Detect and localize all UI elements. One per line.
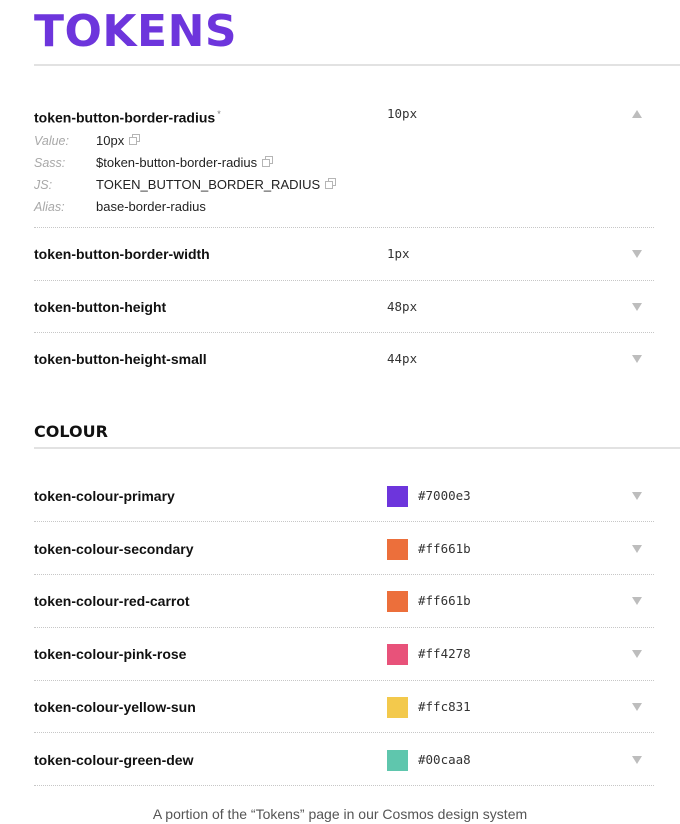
token-row-colour-red-carrot[interactable]: token-colour-red-carrot #ff661b [34, 590, 654, 612]
title-divider [34, 64, 680, 66]
chevron-down-icon[interactable] [632, 492, 642, 500]
token-value: #ffc831 [418, 699, 471, 714]
token-name: token-button-height [34, 299, 167, 315]
token-row-button-border-width[interactable]: token-button-border-width 1px [34, 243, 654, 265]
page-title: TOKENS [34, 6, 238, 57]
detail-label: JS: [34, 178, 53, 192]
colour-swatch [387, 539, 408, 560]
token-row-colour-primary[interactable]: token-colour-primary #7000e3 [34, 485, 654, 507]
detail-alias: Alias: base-border-radius [34, 197, 434, 217]
row-divider [34, 280, 654, 281]
detail-sass: Sass: $token-button-border-radius [34, 153, 434, 173]
row-divider [34, 785, 654, 786]
token-value: #00caa8 [418, 752, 471, 767]
token-name: token-button-border-radius * [34, 109, 221, 126]
colour-swatch [387, 486, 408, 507]
row-divider [34, 680, 654, 681]
row-divider [34, 574, 654, 575]
row-divider [34, 521, 654, 522]
chevron-down-icon[interactable] [632, 756, 642, 764]
token-value: 48px [387, 299, 418, 314]
token-name: token-colour-secondary [34, 541, 194, 557]
section-divider [34, 447, 680, 449]
colour-swatch [387, 697, 408, 718]
colour-swatch [387, 644, 408, 665]
token-name: token-colour-red-carrot [34, 593, 190, 609]
chevron-down-icon[interactable] [632, 703, 642, 711]
row-divider [34, 227, 654, 228]
detail-js: JS: TOKEN_BUTTON_BORDER_RADIUS [34, 175, 434, 195]
chevron-down-icon[interactable] [632, 597, 642, 605]
token-value: 10px [387, 106, 418, 121]
token-row-colour-yellow-sun[interactable]: token-colour-yellow-sun #ffc831 [34, 696, 654, 718]
token-value: #ff661b [418, 593, 471, 608]
row-divider [34, 627, 654, 628]
chevron-down-icon[interactable] [632, 250, 642, 258]
token-value: #ff4278 [418, 646, 471, 661]
token-name: token-colour-green-dew [34, 752, 194, 768]
token-name: token-colour-primary [34, 488, 175, 504]
detail-label: Value: [34, 134, 69, 148]
detail-alias-text: base-border-radius [96, 199, 206, 214]
figure-caption: A portion of the “Tokens” page in our Co… [152, 806, 528, 822]
token-row-button-height[interactable]: token-button-height 48px [34, 296, 654, 318]
token-value: #ff661b [418, 541, 471, 556]
detail-js-text: TOKEN_BUTTON_BORDER_RADIUS [96, 175, 337, 195]
token-name: token-button-height-small [34, 351, 207, 367]
colour-swatch [387, 591, 408, 612]
chevron-down-icon[interactable] [632, 545, 642, 553]
copy-icon[interactable] [325, 178, 337, 189]
row-divider [34, 332, 654, 333]
token-row-colour-green-dew[interactable]: token-colour-green-dew #00caa8 [34, 749, 654, 771]
token-value: 44px [387, 351, 418, 366]
token-name: token-colour-pink-rose [34, 646, 187, 662]
copy-icon[interactable] [129, 134, 141, 145]
colour-swatch [387, 750, 408, 771]
detail-sass-text: $token-button-border-radius [96, 153, 274, 173]
token-row-button-height-small[interactable]: token-button-height-small 44px [34, 348, 654, 370]
token-name: token-colour-yellow-sun [34, 699, 196, 715]
token-row-colour-pink-rose[interactable]: token-colour-pink-rose #ff4278 [34, 643, 654, 665]
chevron-down-icon[interactable] [632, 303, 642, 311]
token-value: #7000e3 [418, 488, 471, 503]
detail-value-text: 10px [96, 131, 141, 151]
detail-value: Value: 10px [34, 131, 434, 151]
copy-icon[interactable] [262, 156, 274, 167]
token-row-colour-secondary[interactable]: token-colour-secondary #ff661b [34, 538, 654, 560]
chevron-down-icon[interactable] [632, 650, 642, 658]
section-title-colour: COLOUR [34, 422, 108, 441]
token-value: 1px [387, 246, 410, 261]
token-row-button-border-radius[interactable]: token-button-border-radius * 10px [34, 103, 654, 126]
detail-label: Sass: [34, 156, 66, 170]
chevron-down-icon[interactable] [632, 355, 642, 363]
required-marker: * [217, 109, 221, 119]
chevron-up-icon[interactable] [632, 110, 642, 118]
token-name: token-button-border-width [34, 246, 210, 262]
detail-label: Alias: [34, 200, 65, 214]
row-divider [34, 732, 654, 733]
